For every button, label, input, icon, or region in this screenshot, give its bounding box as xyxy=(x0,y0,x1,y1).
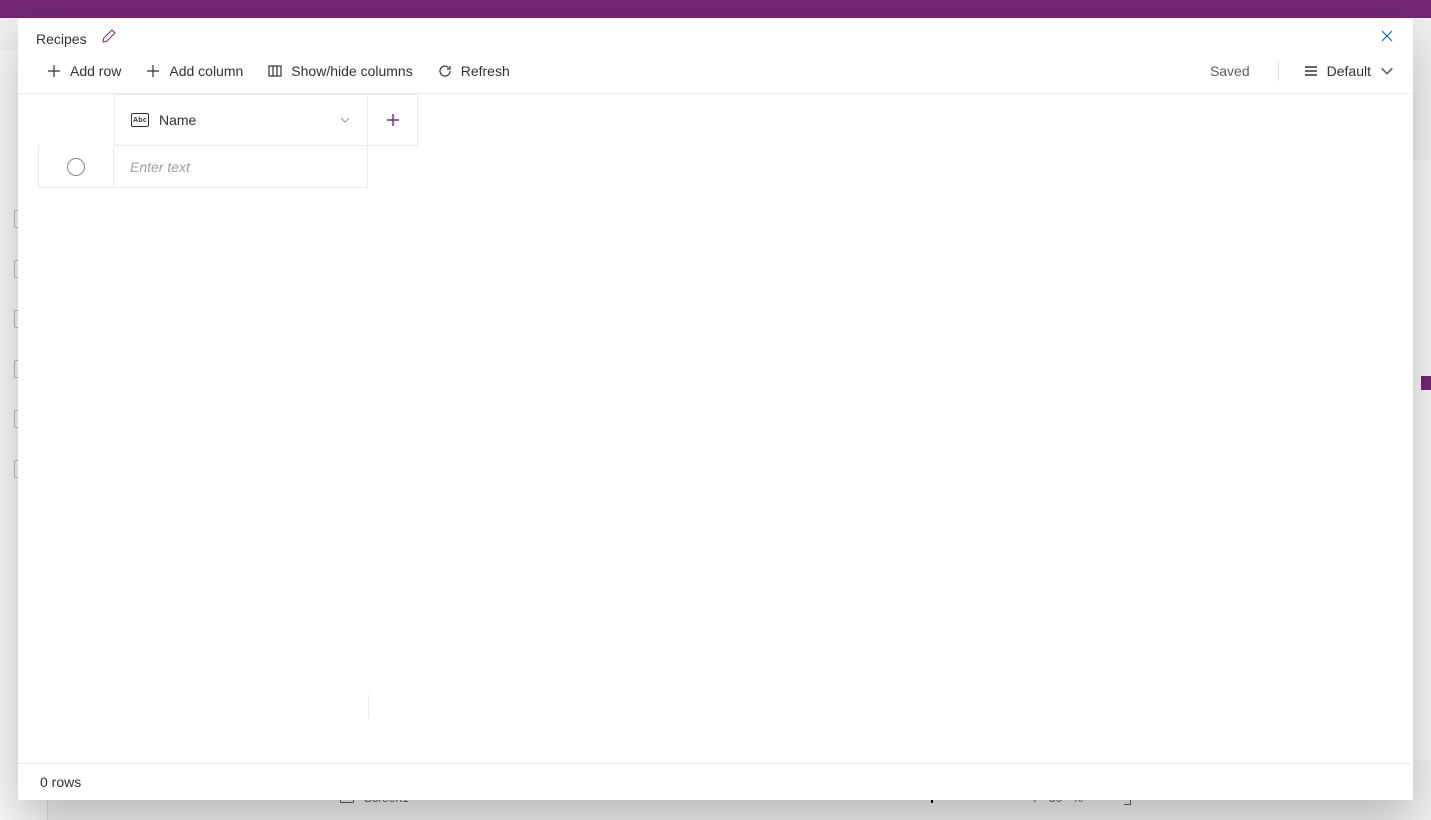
table-editor-dialog: Recipes Add row Add column Show/hide col… xyxy=(18,18,1413,800)
column-header-row: Abc Name xyxy=(38,94,1413,146)
show-hide-columns-button[interactable]: Show/hide columns xyxy=(267,63,412,79)
column-header-name[interactable]: Abc Name xyxy=(114,94,368,146)
chevron-down-icon xyxy=(1379,63,1395,79)
name-input[interactable] xyxy=(130,159,351,175)
edit-icon[interactable] xyxy=(101,28,117,49)
add-column-plus-button[interactable] xyxy=(368,94,418,146)
data-grid: Abc Name xyxy=(18,94,1413,763)
row-select-circle-icon xyxy=(67,158,85,176)
add-row-button[interactable]: Add row xyxy=(46,63,121,79)
dialog-header: Recipes xyxy=(18,18,1413,57)
row-selector[interactable] xyxy=(38,146,114,188)
chevron-down-icon xyxy=(339,114,351,126)
toolbar: Add row Add column Show/hide columns Ref… xyxy=(18,57,1413,94)
dialog-footer: 0 rows xyxy=(18,763,1413,800)
add-row-label: Add row xyxy=(70,63,121,79)
toolbar-divider xyxy=(1278,61,1279,81)
view-selector[interactable]: Default xyxy=(1303,63,1395,79)
row-count: 0 rows xyxy=(40,774,81,790)
view-label: Default xyxy=(1327,63,1371,79)
table-name: Recipes xyxy=(36,31,87,47)
refresh-button[interactable]: Refresh xyxy=(437,63,510,79)
close-button[interactable] xyxy=(1379,28,1395,49)
add-column-label: Add column xyxy=(169,63,243,79)
saved-status: Saved xyxy=(1210,63,1254,79)
text-type-icon: Abc xyxy=(131,113,149,127)
background-topbar xyxy=(0,0,1431,18)
grid-guide-line xyxy=(368,694,369,718)
refresh-label: Refresh xyxy=(461,63,510,79)
show-hide-label: Show/hide columns xyxy=(291,63,412,79)
cell-name[interactable] xyxy=(114,146,368,188)
new-row xyxy=(38,146,1413,188)
row-select-header xyxy=(38,94,114,146)
add-column-button[interactable]: Add column xyxy=(145,63,243,79)
background-right-accent xyxy=(1421,376,1431,390)
column-name-label: Name xyxy=(159,112,196,128)
